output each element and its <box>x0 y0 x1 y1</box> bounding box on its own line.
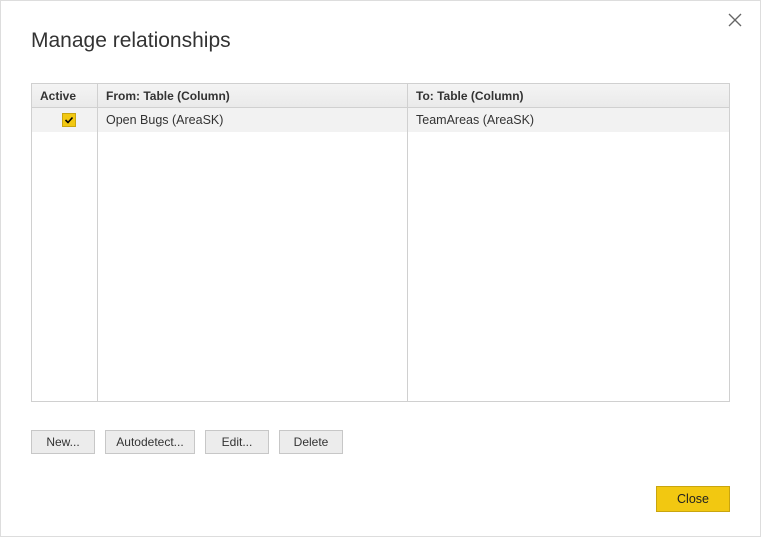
header-to[interactable]: To: Table (Column) <box>408 84 729 107</box>
relationships-table: Active From: Table (Column) To: Table (C… <box>31 83 730 402</box>
cell-active <box>32 108 98 132</box>
new-button[interactable]: New... <box>31 430 95 454</box>
edit-button[interactable]: Edit... <box>205 430 269 454</box>
close-icon[interactable] <box>728 13 744 29</box>
dialog-title: Manage relationships <box>31 29 730 53</box>
delete-button[interactable]: Delete <box>279 430 343 454</box>
table-header-row: Active From: Table (Column) To: Table (C… <box>32 84 729 108</box>
action-buttons: New... Autodetect... Edit... Delete <box>31 430 730 454</box>
cell-to: TeamAreas (AreaSK) <box>408 108 729 132</box>
table-row[interactable]: Open Bugs (AreaSK) TeamAreas (AreaSK) <box>32 108 729 132</box>
table-body: Open Bugs (AreaSK) TeamAreas (AreaSK) <box>32 108 729 401</box>
dialog-footer: Close <box>31 486 730 512</box>
close-button[interactable]: Close <box>656 486 730 512</box>
cell-from: Open Bugs (AreaSK) <box>98 108 408 132</box>
manage-relationships-dialog: Manage relationships Active From: Table … <box>1 1 760 536</box>
header-active[interactable]: Active <box>32 84 98 107</box>
header-from[interactable]: From: Table (Column) <box>98 84 408 107</box>
table-empty-area <box>32 132 729 401</box>
active-checkbox[interactable] <box>62 113 76 127</box>
autodetect-button[interactable]: Autodetect... <box>105 430 195 454</box>
